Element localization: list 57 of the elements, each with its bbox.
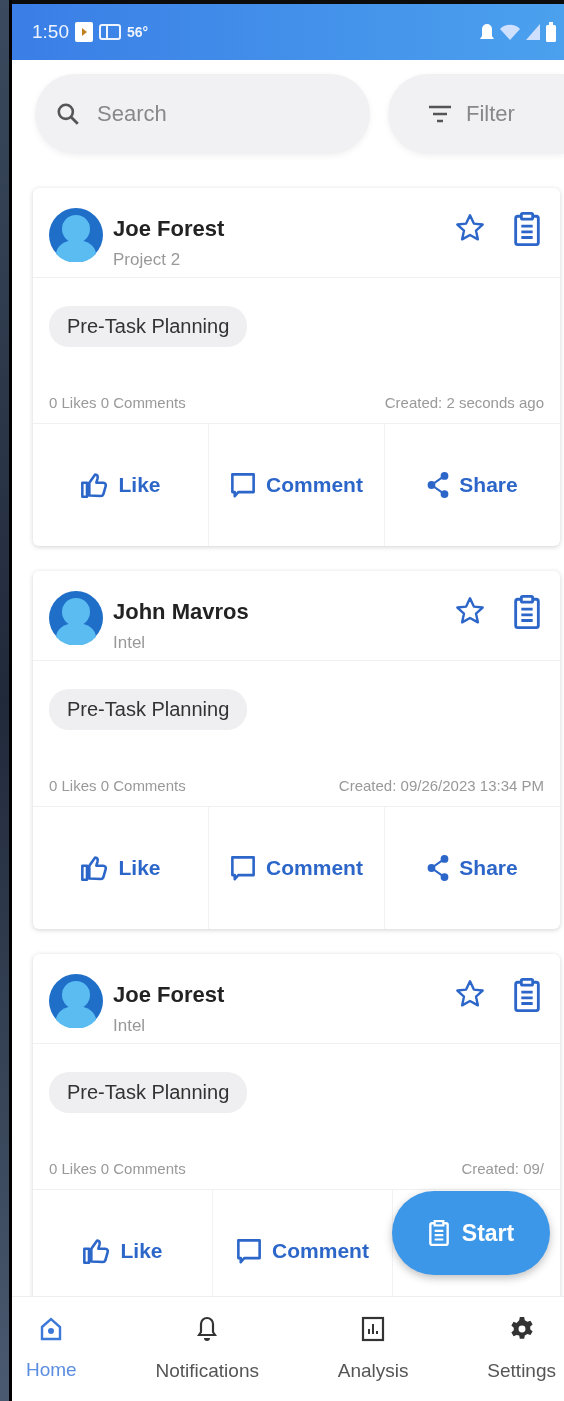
filter-icon	[428, 105, 452, 123]
settings-icon	[508, 1316, 535, 1342]
nav-tab[interactable]: Home	[26, 1297, 77, 1401]
task-tag: Pre-Task Planning	[49, 1072, 248, 1113]
share-button[interactable]: Share	[385, 807, 560, 929]
stats-text: 0 Likes 0 Comments	[49, 393, 186, 411]
author-name: John Mavros	[113, 599, 250, 625]
clipboard-icon[interactable]	[512, 978, 542, 1012]
comment-button[interactable]: Comment	[209, 807, 385, 929]
thumbs-up-icon	[80, 855, 109, 881]
comment-icon	[230, 472, 257, 498]
signal-icon	[526, 24, 540, 40]
wifi-icon	[500, 24, 520, 40]
like-button[interactable]: Like	[33, 807, 209, 929]
share-button[interactable]: Share	[385, 424, 560, 546]
clipboard-icon[interactable]	[512, 212, 542, 246]
bell-icon	[197, 1316, 218, 1342]
author-name: Joe Forest	[113, 982, 226, 1008]
task-tag: Pre-Task Planning	[49, 689, 248, 730]
like-button[interactable]: Like	[33, 424, 209, 546]
nav-tab[interactable]: Settings	[487, 1297, 556, 1401]
project-name: Intel	[113, 1016, 147, 1036]
task-tag: Pre-Task Planning	[49, 306, 248, 347]
comment-icon	[230, 855, 257, 881]
comment-icon	[236, 1238, 263, 1264]
thumbs-up-icon	[80, 472, 109, 498]
battery-icon	[546, 22, 556, 42]
status-time: 1:50	[32, 21, 69, 43]
share-icon	[427, 855, 450, 881]
nav-tab[interactable]: Analysis	[337, 1297, 409, 1401]
nav-tab[interactable]: Notifications	[155, 1297, 259, 1401]
temperature-text: 56°	[127, 24, 149, 40]
project-name: Intel	[113, 633, 147, 653]
filter-button[interactable]: Filter	[388, 74, 564, 154]
share-icon	[427, 472, 450, 498]
search-icon	[55, 101, 81, 127]
home-icon	[40, 1317, 63, 1341]
clipboard-icon	[427, 1220, 450, 1246]
clipboard-icon[interactable]	[512, 595, 542, 629]
avatar-icon	[49, 591, 103, 645]
stats-text: 0 Likes 0 Comments	[49, 776, 186, 794]
created-text: Created: 09/26/2023 13:34 PM	[338, 776, 544, 794]
search-field[interactable]: Search	[35, 74, 370, 154]
avatar-icon	[49, 208, 103, 262]
alarm-icon	[480, 22, 494, 42]
project-name: Project 2	[113, 250, 182, 270]
avatar-icon	[49, 974, 103, 1028]
tab-icon	[99, 23, 121, 41]
chart-icon	[361, 1316, 386, 1342]
media-icon	[75, 22, 93, 42]
stats-text: 0 Likes 0 Comments	[49, 1159, 186, 1177]
author-name: Joe Forest	[113, 216, 226, 242]
created-text: Created: 2 seconds ago	[384, 393, 544, 411]
comment-button[interactable]: Comment	[209, 424, 385, 546]
start-button[interactable]: Start	[392, 1191, 550, 1275]
thumbs-up-icon	[82, 1238, 111, 1264]
created-text: Created: 09/	[461, 1159, 544, 1177]
